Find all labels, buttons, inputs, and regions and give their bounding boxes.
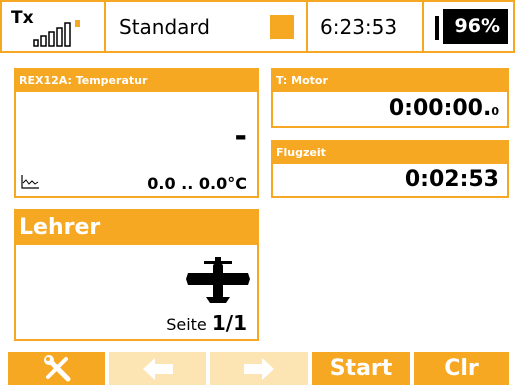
bottom-function-bar: Start Clr (0, 352, 515, 385)
status-bar: Tx Standard 6:23:53 96% (0, 0, 515, 53)
model-name[interactable]: Standard (119, 15, 210, 39)
status-separator (422, 2, 424, 51)
temperature-widget[interactable]: REX12A: Temperatur - 0.0 .. 0.0°C (14, 68, 259, 198)
widget-title: T: Motor (273, 70, 507, 92)
temperature-range: 0.0 .. 0.0°C (147, 174, 247, 193)
widget-title: Flugzeit (273, 142, 507, 164)
page-label: Seite (166, 315, 207, 334)
battery-terminal-icon (435, 16, 439, 40)
battery-level: 96% (443, 9, 508, 44)
page-indicator: Seite 1/1 (166, 311, 247, 335)
status-separator (306, 2, 308, 51)
airplane-icon (186, 257, 250, 303)
arrow-left-icon (142, 357, 173, 380)
motor-timer-main: 0:00:00. (388, 96, 492, 121)
start-button[interactable]: Start (312, 352, 410, 385)
arrow-right-icon (244, 357, 274, 380)
status-separator (104, 2, 106, 51)
trainer-title: Lehrer (16, 211, 257, 245)
previous-button[interactable] (109, 352, 206, 385)
motor-timer-tenth: 0 (491, 105, 499, 118)
motor-timer-widget[interactable]: T: Motor 0:00:00.0 (271, 68, 509, 128)
tools-icon (43, 354, 70, 381)
page-value: 1/1 (211, 311, 247, 335)
clear-button[interactable]: Clr (414, 352, 509, 385)
motor-timer-value: 0:00:00.0 (389, 96, 499, 121)
signal-strength-icon (33, 20, 80, 47)
next-button[interactable] (210, 352, 308, 385)
widget-title: REX12A: Temperatur (16, 70, 257, 92)
clock: 6:23:53 (320, 15, 398, 39)
temperature-current: - (234, 119, 247, 154)
flight-time-value: 0:02:53 (404, 167, 499, 192)
status-indicator (270, 15, 294, 39)
flight-time-widget[interactable]: Flugzeit 0:02:53 (271, 140, 509, 198)
graph-icon (21, 175, 39, 189)
tools-button[interactable] (8, 352, 105, 385)
trainer-widget[interactable]: Lehrer Seite 1/1 (14, 209, 259, 341)
